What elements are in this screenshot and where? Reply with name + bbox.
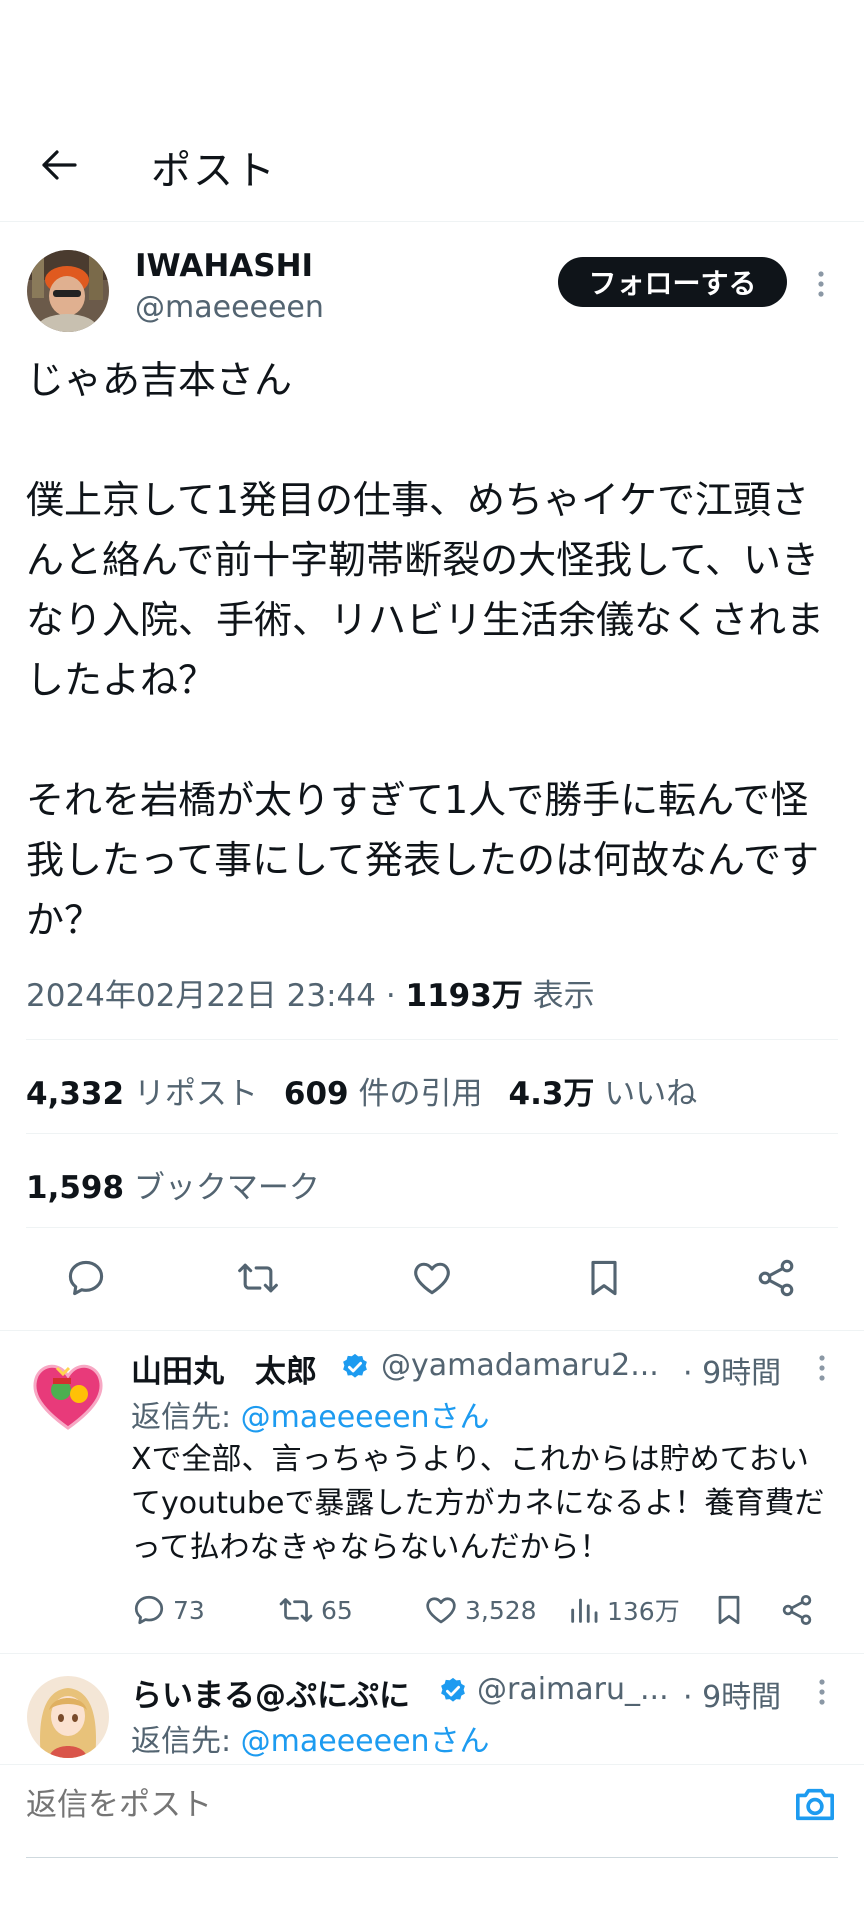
- reply-to-line: 返信先: @maeeeeenさん: [131, 1716, 490, 1760]
- author-avatar[interactable]: [27, 250, 109, 332]
- share-icon: [782, 1595, 812, 1625]
- reply-more-options-icon[interactable]: [810, 1348, 834, 1388]
- reply-more-options-icon[interactable]: [810, 1672, 834, 1712]
- quotes-count: 609: [283, 1076, 349, 1112]
- reply-repost-button[interactable]: 65: [277, 1592, 353, 1628]
- reply-likes-count: 3,528: [465, 1595, 537, 1625]
- reply-reposts-count: 65: [321, 1595, 353, 1625]
- composer-underline: [26, 1857, 838, 1858]
- post-meta: 2024年02月22日 23:44 · 1193万 表示: [26, 970, 595, 1015]
- camera-button[interactable]: [788, 1777, 842, 1831]
- share-button[interactable]: [746, 1248, 806, 1308]
- reply-icon: [68, 1260, 104, 1296]
- analytics-icon: [571, 1598, 598, 1623]
- reply-to-line: 返信先: @maeeeeenさん: [131, 1392, 490, 1436]
- reply-author-handle[interactable]: @raimaru_...: [477, 1672, 669, 1707]
- post-text: じゃあ吉本さん 僕上京して1発目の仕事、めちゃイケで江頭さんと絡んで前十字靭帯断…: [26, 358, 825, 942]
- bookmark-icon: [591, 1260, 617, 1296]
- reply-views-button[interactable]: 136万: [567, 1592, 680, 1628]
- divider: [0, 1653, 864, 1654]
- arrow-left-icon: [42, 150, 77, 180]
- back-button[interactable]: [34, 140, 84, 190]
- reposts-count: 4,332: [26, 1076, 125, 1112]
- reply-to-label: 返信先:: [131, 1400, 241, 1435]
- repost-icon: [238, 1263, 278, 1293]
- reply-to-mention[interactable]: @maeeeeenさん: [241, 1400, 490, 1435]
- post-action-bar: [0, 1248, 864, 1308]
- repost-button[interactable]: [228, 1248, 288, 1308]
- reply-reply-button[interactable]: 73: [131, 1592, 205, 1628]
- reply-composer: [0, 1764, 864, 1920]
- author-name[interactable]: IWAHASHI: [135, 248, 313, 284]
- follow-button[interactable]: フォローする: [558, 257, 787, 307]
- bookmark-button[interactable]: [574, 1248, 634, 1308]
- likes-stat[interactable]: 4.3万 いいね: [509, 1068, 698, 1113]
- quotes-stat[interactable]: 609 件の引用: [284, 1068, 483, 1113]
- reply-text: Xで全部、言っちゃうより、これからは貯めておいてyoutubeで暴露した方がカネ…: [131, 1442, 825, 1565]
- repost-icon: [279, 1598, 313, 1622]
- divider: [26, 1227, 838, 1228]
- reply-avatar[interactable]: [27, 1354, 109, 1436]
- reply-replies-count: 73: [173, 1595, 205, 1625]
- divider: [0, 1330, 864, 1331]
- views-count: 1193万: [405, 978, 523, 1014]
- quotes-label: 件の引用: [348, 1076, 483, 1112]
- camera-icon: [796, 1788, 834, 1821]
- reply-action-bar: 73 65 3,528 136万: [131, 1590, 831, 1634]
- reply-time[interactable]: · 9時間: [683, 1348, 781, 1392]
- divider: [26, 1133, 838, 1134]
- reply-avatar[interactable]: [27, 1676, 109, 1758]
- reply-share-button[interactable]: [779, 1592, 815, 1628]
- likes-label: いいね: [594, 1076, 698, 1112]
- author-handle[interactable]: @maeeeeen: [135, 290, 324, 325]
- heart-icon: [426, 1597, 456, 1624]
- bookmarks-label: ブックマーク: [124, 1170, 320, 1206]
- reply-input[interactable]: [26, 1787, 726, 1823]
- post-stats: 4,332 リポスト 609 件の引用 4.3万 いいね: [26, 1068, 697, 1113]
- reply-like-button[interactable]: 3,528: [423, 1592, 537, 1628]
- reply-to-mention[interactable]: @maeeeeenさん: [241, 1724, 490, 1759]
- reposts-stat[interactable]: 4,332 リポスト: [26, 1068, 258, 1113]
- reply-bookmark-button[interactable]: [711, 1592, 747, 1628]
- reply-author-handle[interactable]: @yamadamaru2...: [381, 1348, 659, 1383]
- verified-badge-icon: [343, 1353, 367, 1378]
- reply-icon: [134, 1595, 164, 1625]
- reply-time[interactable]: · 9時間: [683, 1672, 781, 1716]
- like-button[interactable]: [402, 1248, 462, 1308]
- more-options-icon[interactable]: [806, 264, 836, 304]
- page-title: ポスト: [151, 148, 277, 194]
- reply-to-label: 返信先:: [131, 1724, 241, 1759]
- reply-button[interactable]: [56, 1248, 116, 1308]
- divider: [26, 1039, 838, 1040]
- bookmarks-count: 1,598: [26, 1170, 125, 1206]
- heart-icon: [414, 1262, 450, 1295]
- share-icon: [758, 1259, 794, 1297]
- reply-author-name[interactable]: らいまる@ぷにぷに: [131, 1670, 410, 1715]
- verified-badge-icon: [441, 1677, 465, 1702]
- reply-author-name[interactable]: 山田丸 太郎: [131, 1346, 317, 1391]
- reposts-label: リポスト: [124, 1076, 258, 1112]
- bookmarks-stat: 1,598 ブックマーク: [26, 1162, 320, 1207]
- top-bar: ポスト: [0, 0, 864, 222]
- bookmark-icon: [718, 1595, 740, 1625]
- reply-views-count: 136万: [607, 1597, 680, 1626]
- views-label: 表示: [522, 978, 595, 1014]
- likes-count: 4.3万: [508, 1076, 595, 1112]
- post-timestamp[interactable]: 2024年02月22日 23:44 ·: [26, 978, 406, 1014]
